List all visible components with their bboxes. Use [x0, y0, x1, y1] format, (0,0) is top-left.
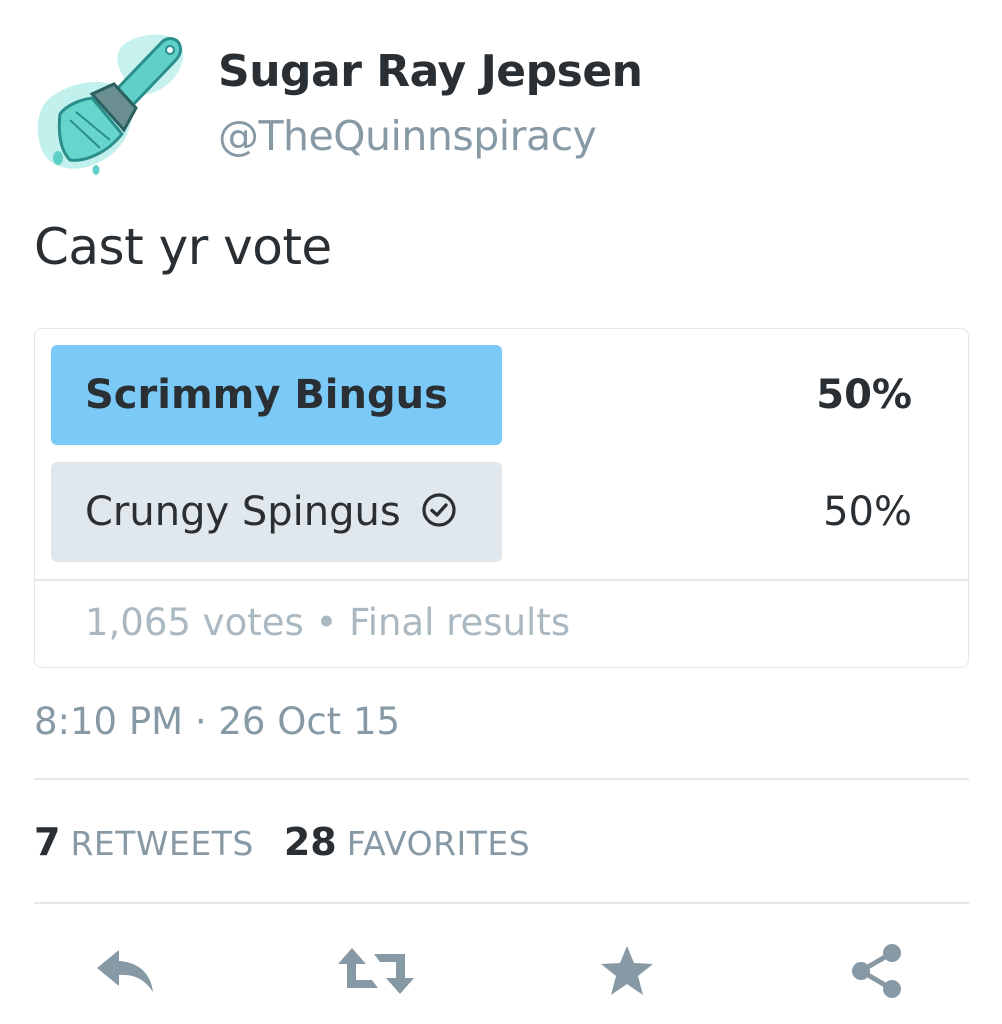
- retweet-icon: [338, 948, 414, 994]
- share-button[interactable]: [840, 935, 914, 1007]
- avatar[interactable]: [30, 28, 188, 178]
- retweets-label: RETWEETS: [70, 824, 254, 863]
- poll-choice-percent: 50%: [823, 489, 912, 535]
- check-circle-icon: [422, 493, 456, 527]
- poll-choice-label: Scrimmy Bingus: [85, 372, 448, 418]
- poll-choice-percent: 50%: [816, 372, 912, 418]
- poll-choice-text: Crungy Spingus: [85, 489, 401, 535]
- poll-choice-scrimmy-bingus: Scrimmy Bingus 50%: [51, 345, 952, 445]
- tweet-text: Cast yr vote: [34, 218, 332, 276]
- retweets-stat[interactable]: 7 RETWEETS: [34, 820, 254, 864]
- favorites-label: FAVORITES: [346, 824, 531, 863]
- star-icon: [601, 946, 653, 995]
- reply-icon: [97, 950, 153, 992]
- poll-footer: 1,065 votes • Final results: [85, 601, 571, 644]
- poll-choice-label: Crungy Spingus: [85, 462, 457, 562]
- poll-card: Scrimmy Bingus 50% Crungy Spingus 50% 1,…: [34, 328, 969, 668]
- tweet-detail: Sugar Ray Jepsen @TheQuinnspiracy Cast y…: [0, 0, 1002, 1024]
- favorite-button[interactable]: [590, 935, 664, 1007]
- user-handle[interactable]: @TheQuinnspiracy: [218, 112, 597, 160]
- retweets-count: 7: [34, 820, 61, 864]
- favorites-count: 28: [283, 820, 337, 864]
- poll-choice-crungy-spingus: Crungy Spingus 50%: [51, 462, 952, 562]
- tweet-timestamp: 8:10 PM · 26 Oct 15: [34, 700, 401, 743]
- favorites-stat[interactable]: 28 FAVORITES: [284, 820, 530, 864]
- poll-divider: [35, 579, 968, 581]
- share-icon: [852, 944, 901, 998]
- divider: [34, 902, 969, 904]
- display-name[interactable]: Sugar Ray Jepsen: [218, 46, 643, 97]
- divider: [34, 778, 969, 780]
- tweet-stats: 7 RETWEETS 28 FAVORITES: [34, 820, 530, 864]
- reply-button[interactable]: [84, 935, 168, 1007]
- retweet-button[interactable]: [330, 935, 422, 1007]
- paintbrush-icon: [37, 34, 184, 175]
